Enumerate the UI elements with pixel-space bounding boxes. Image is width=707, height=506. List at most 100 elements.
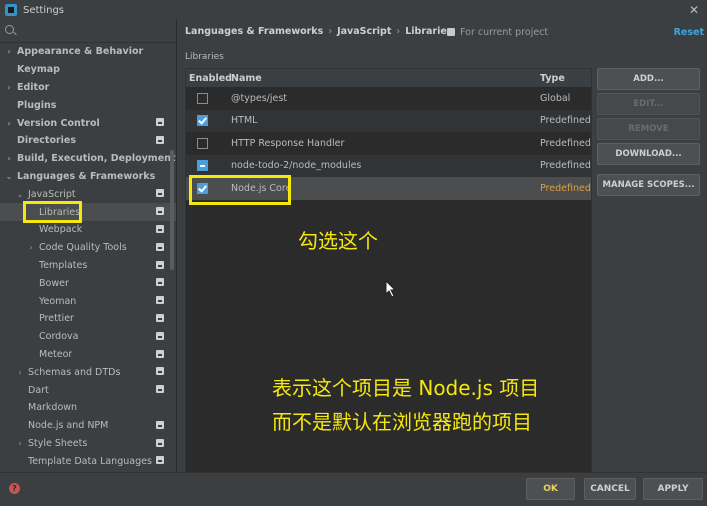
sidebar-item-version-control[interactable]: › Version Control bbox=[0, 114, 176, 132]
sidebar-item-templates[interactable]: Templates bbox=[0, 257, 176, 275]
download-button[interactable]: DOWNLOAD... bbox=[597, 143, 700, 165]
libraries-panel: Languages & Frameworks › JavaScript › Librar… bbox=[177, 20, 707, 476]
sidebar-item-cordova[interactable]: Cordova bbox=[0, 328, 176, 346]
annotation-line-1: 表示这个项目是 Node.js 项目 bbox=[272, 376, 540, 400]
library-type: Predefined bbox=[540, 115, 591, 127]
chevron-right-icon[interactable]: › bbox=[4, 119, 14, 128]
manage-scopes-button[interactable]: MANAGE SCOPES... bbox=[597, 174, 700, 196]
chevron-down-icon[interactable]: ⌄ bbox=[4, 172, 14, 181]
library-name: HTTP Response Handler bbox=[231, 137, 345, 149]
project-level-icon bbox=[156, 260, 164, 269]
table-row[interactable]: node-todo-2/node_modules Predefined bbox=[186, 154, 591, 177]
project-level-icon bbox=[156, 278, 164, 287]
chevron-right-icon[interactable]: › bbox=[4, 154, 14, 163]
nodejs-core-highlight-box bbox=[189, 175, 291, 205]
apply-button[interactable]: APPLY bbox=[643, 478, 703, 500]
window-title: Settings bbox=[23, 4, 65, 16]
chevron-right-icon[interactable]: › bbox=[26, 243, 36, 252]
sidebar-item-editor[interactable]: › Editor bbox=[0, 79, 176, 97]
sidebar-item-yeoman[interactable]: Yeoman bbox=[0, 292, 176, 310]
enabled-checkbox[interactable] bbox=[197, 160, 208, 172]
project-level-icon bbox=[156, 438, 164, 447]
project-level-icon bbox=[156, 189, 164, 198]
sidebar-item-meteor[interactable]: Meteor bbox=[0, 346, 176, 364]
sidebar-item-label: JavaScript bbox=[28, 188, 76, 200]
search-input[interactable] bbox=[20, 23, 174, 40]
title-bar: Settings ✕ bbox=[0, 0, 707, 21]
reset-link[interactable]: Reset bbox=[674, 27, 704, 38]
project-level-icon bbox=[156, 207, 164, 216]
sidebar-scrollbar[interactable] bbox=[170, 150, 174, 270]
mouse-pointer-icon bbox=[385, 280, 397, 298]
sidebar-item-build-execution-deployment[interactable]: › Build, Execution, Deployment bbox=[0, 150, 176, 168]
sidebar-item-code-quality-tools[interactable]: › Code Quality Tools bbox=[0, 239, 176, 257]
library-name: @types/jest bbox=[231, 92, 288, 104]
column-header-enabled[interactable]: Enabled bbox=[186, 73, 232, 84]
annotation-line-2: 而不是默认在浏览器跑的项目 bbox=[272, 410, 532, 434]
sidebar-item-directories[interactable]: Directories bbox=[0, 132, 176, 150]
remove-button[interactable]: REMOVE bbox=[597, 118, 700, 140]
enabled-cell bbox=[186, 137, 231, 149]
library-name: node-todo-2/node_modules bbox=[231, 160, 362, 172]
sidebar-item-keymap[interactable]: Keymap bbox=[0, 61, 176, 79]
project-level-icon bbox=[156, 296, 164, 305]
chevron-right-icon[interactable]: › bbox=[4, 47, 14, 56]
project-level-icon bbox=[156, 242, 164, 251]
column-header-name[interactable]: Name bbox=[231, 73, 540, 84]
sidebar-item-languages-frameworks[interactable]: ⌄ Languages & Frameworks bbox=[0, 168, 176, 186]
chevron-right-icon[interactable]: › bbox=[15, 368, 25, 377]
sidebar-item-label: Version Control bbox=[17, 117, 100, 129]
sidebar-item-label: Markdown bbox=[28, 402, 78, 414]
project-level-icon bbox=[156, 367, 164, 376]
help-icon[interactable]: ? bbox=[9, 483, 20, 494]
breadcrumb-item: Languages & Frameworks bbox=[185, 26, 324, 37]
breadcrumb: Languages & Frameworks › JavaScript › Librar… bbox=[185, 26, 452, 37]
sidebar-item-template-data-languages[interactable]: Template Data Languages bbox=[0, 452, 176, 470]
ok-button[interactable]: OK bbox=[526, 478, 575, 500]
sidebar-item-appearance-behavior[interactable]: › Appearance & Behavior bbox=[0, 43, 176, 61]
breadcrumb-item: JavaScript bbox=[337, 26, 392, 37]
enabled-checkbox[interactable] bbox=[197, 92, 208, 104]
sidebar-item-plugins[interactable]: Plugins bbox=[0, 96, 176, 114]
library-type: Predefined bbox=[540, 160, 591, 172]
section-label: Libraries bbox=[185, 52, 224, 62]
chevron-right-icon[interactable]: › bbox=[15, 439, 25, 448]
scope-label: For current project bbox=[460, 27, 549, 38]
library-type: Global bbox=[540, 92, 571, 104]
sidebar-item-label: Appearance & Behavior bbox=[17, 46, 144, 58]
sidebar-item-label: Meteor bbox=[39, 348, 73, 360]
chevron-down-icon[interactable]: ⌄ bbox=[15, 190, 25, 199]
close-icon[interactable]: ✕ bbox=[689, 3, 699, 17]
edit-button[interactable]: EDIT... bbox=[597, 93, 700, 115]
project-level-icon bbox=[156, 420, 164, 429]
project-level-icon bbox=[156, 313, 164, 322]
breadcrumb-item: Libraries bbox=[405, 26, 453, 37]
sidebar-item-webpack[interactable]: Webpack bbox=[0, 221, 176, 239]
sidebar-item-label: Template Data Languages bbox=[28, 455, 152, 467]
sidebar-item-label: Directories bbox=[17, 135, 77, 147]
sidebar-item-prettier[interactable]: Prettier bbox=[0, 310, 176, 328]
sidebar-item-markdown[interactable]: Markdown bbox=[0, 399, 176, 417]
project-level-icon bbox=[156, 385, 164, 394]
settings-sidebar: › Appearance & Behavior Keymap › Editor Plugi… bbox=[0, 20, 177, 472]
column-header-type[interactable]: Type bbox=[540, 73, 590, 84]
project-scope-icon bbox=[447, 28, 455, 36]
chevron-right-icon[interactable]: › bbox=[4, 83, 14, 92]
dialog-footer: ? OK CANCEL APPLY bbox=[0, 472, 707, 506]
library-type: Predefined bbox=[540, 137, 591, 149]
enabled-checkbox[interactable] bbox=[197, 137, 208, 149]
sidebar-item-schemas-and-dtds[interactable]: › Schemas and DTDs bbox=[0, 363, 176, 381]
sidebar-item-style-sheets[interactable]: › Style Sheets bbox=[0, 435, 176, 453]
project-level-icon bbox=[156, 135, 164, 144]
sidebar-item-dart[interactable]: Dart bbox=[0, 381, 176, 399]
add-button[interactable]: ADD... bbox=[597, 68, 700, 90]
sidebar-item-bower[interactable]: Bower bbox=[0, 274, 176, 292]
table-row[interactable]: @types/jest Global bbox=[186, 87, 591, 110]
cancel-button[interactable]: CANCEL bbox=[584, 478, 636, 500]
table-row[interactable]: HTML Predefined bbox=[186, 109, 591, 132]
enabled-checkbox[interactable] bbox=[197, 115, 208, 127]
sidebar-item-node-js-and-npm[interactable]: Node.js and NPM bbox=[0, 417, 176, 435]
enabled-cell bbox=[186, 160, 231, 172]
search-bar bbox=[0, 20, 176, 43]
table-row[interactable]: HTTP Response Handler Predefined bbox=[186, 132, 591, 155]
